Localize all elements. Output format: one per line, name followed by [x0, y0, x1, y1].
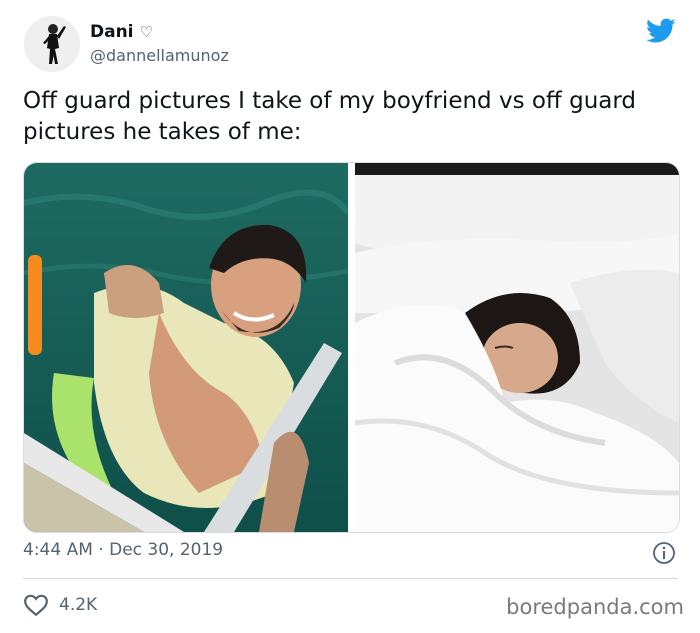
- heart-icon[interactable]: [23, 593, 49, 617]
- like-button[interactable]: 4.2K: [23, 593, 97, 617]
- divider: [23, 578, 678, 579]
- avatar-image: [24, 16, 80, 72]
- left-photo[interactable]: [24, 163, 348, 532]
- avatar[interactable]: [24, 16, 80, 72]
- tweet-media[interactable]: [23, 162, 680, 533]
- user-handle[interactable]: @dannellamunoz: [90, 46, 229, 65]
- info-icon[interactable]: [652, 541, 676, 565]
- twitter-bird-icon[interactable]: [646, 18, 676, 44]
- tweet-timestamp[interactable]: 4:44 AM · Dec 30, 2019: [23, 540, 223, 560]
- display-name[interactable]: Dani: [90, 22, 134, 42]
- meta-separator: ·: [98, 540, 104, 560]
- tweet-time: 4:44 AM: [23, 540, 93, 560]
- like-count: 4.2K: [59, 595, 98, 615]
- tweet-date: Dec 30, 2019: [109, 540, 224, 560]
- heart-outline-icon: ♡: [139, 22, 153, 41]
- watermark: boredpanda.com: [506, 595, 684, 619]
- tweet-text: Off guard pictures I take of my boyfrien…: [23, 88, 637, 145]
- right-photo[interactable]: [355, 163, 679, 532]
